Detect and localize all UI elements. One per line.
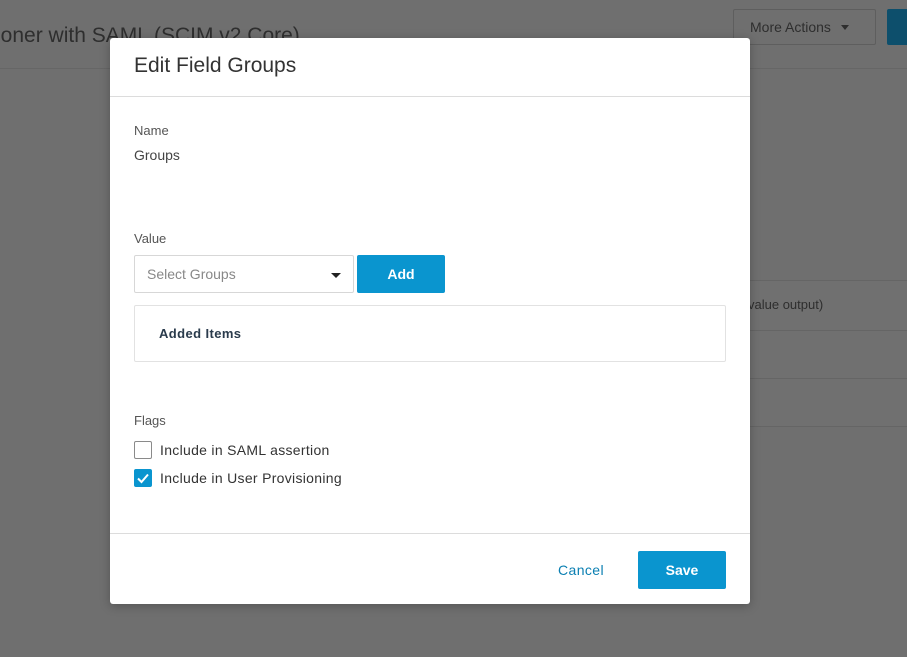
table-divider	[750, 280, 907, 281]
modal-footer: Cancel Save	[110, 533, 750, 604]
caret-down-icon	[331, 273, 341, 278]
add-button[interactable]: Add	[357, 255, 445, 293]
caret-down-icon	[840, 24, 849, 30]
select-groups-placeholder: Select Groups	[147, 266, 236, 282]
flags-label: Flags	[134, 413, 166, 428]
flag-label: Include in User Provisioning	[160, 470, 342, 486]
table-divider	[750, 330, 907, 331]
more-actions-label: More Actions	[750, 19, 831, 35]
checkmark-icon	[137, 473, 149, 484]
modal-header: Edit Field Groups	[110, 38, 750, 97]
name-label: Name	[134, 123, 169, 138]
flag-label: Include in SAML assertion	[160, 442, 330, 458]
checkbox-checked[interactable]	[134, 469, 152, 487]
flag-saml-assertion[interactable]: Include in SAML assertion	[134, 440, 330, 460]
table-divider	[750, 378, 907, 379]
table-divider	[750, 426, 907, 427]
value-label: Value	[134, 231, 167, 246]
table-cell-text: value output)	[748, 297, 824, 312]
added-items-label: Added Items	[159, 326, 242, 341]
cancel-button[interactable]: Cancel	[544, 551, 618, 589]
save-button[interactable]: Save	[638, 551, 726, 589]
added-items-panel: Added Items	[134, 305, 726, 362]
checkbox-unchecked[interactable]	[134, 441, 152, 459]
modal-body: Name Groups Value Select Groups Add Adde…	[110, 97, 750, 533]
modal-title: Edit Field Groups	[134, 54, 297, 77]
edit-field-modal: Edit Field Groups Name Groups Value Sele…	[110, 38, 750, 604]
primary-action-button[interactable]	[887, 9, 907, 45]
more-actions-button[interactable]: More Actions	[733, 9, 876, 45]
select-groups-dropdown[interactable]: Select Groups	[134, 255, 354, 293]
flag-user-provisioning[interactable]: Include in User Provisioning	[134, 468, 342, 488]
name-value: Groups	[134, 147, 180, 163]
